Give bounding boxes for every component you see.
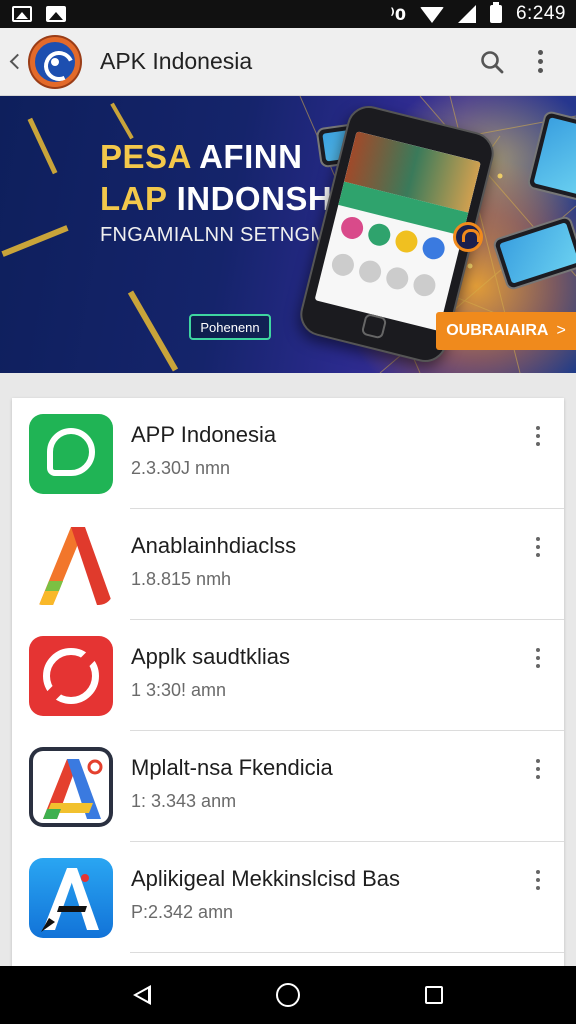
status-right: ⁾0 6:249 — [390, 2, 566, 25]
list-item[interactable]: Anablainhdiaclss 1.8.815 nmh — [12, 509, 564, 620]
signal-icon — [457, 5, 476, 23]
divider — [130, 952, 564, 953]
app-title: Anablainhdiaclss — [131, 533, 297, 558]
search-button[interactable] — [468, 38, 516, 86]
list-item[interactable]: Applk saudtklias 1 3:30! amn — [12, 620, 564, 731]
gallery-icon — [12, 6, 32, 22]
promo-button[interactable]: Pohenenn — [189, 314, 271, 340]
headline1-gold: PESA — [100, 138, 200, 175]
cta-label: OUBRAIAIRA — [446, 322, 549, 339]
green-chat-icon — [29, 413, 113, 494]
app-title: APK Indonesia — [100, 48, 253, 74]
status-time: 6:249 — [515, 3, 566, 24]
app-list: APP Indonesia 2.3.30J nmn Anablainhdiacl… — [12, 398, 564, 968]
app-version: 1: 3.343 anm — [131, 791, 237, 811]
search-icon — [481, 50, 504, 73]
more-vert-icon[interactable] — [522, 749, 554, 789]
list-item[interactable]: Mplalt-nsa Fkendicia 1: 3.343 anm — [12, 731, 564, 842]
nav-bar — [0, 966, 576, 1024]
promo-banner[interactable]: PESA AFINN LAP INDONSHIA FNGAMIALNN SETN… — [0, 96, 576, 373]
list-item[interactable]: APP Indonesia 2.3.30J nmn — [12, 398, 564, 509]
nav-home-icon[interactable] — [275, 983, 300, 1007]
app-title: Applk saudtklias — [131, 644, 290, 669]
headphones-icon — [453, 222, 483, 252]
status-bar: ⁾0 6:249 — [0, 0, 576, 28]
nav-recent-icon[interactable] — [425, 986, 444, 1004]
list-item[interactable]: Aplikigeal Mekkinslcisd Bas P:2.342 amn — [12, 842, 564, 953]
chevron-right-icon: > — [556, 322, 566, 339]
status-left — [12, 6, 66, 22]
app-version: 1.8.815 nmh — [131, 569, 232, 589]
photo-icon — [46, 6, 66, 22]
app-logo[interactable] — [30, 36, 80, 87]
app-title: Aplikigeal Mekkinslcisd Bas — [131, 866, 400, 891]
app-title: APP Indonesia — [131, 422, 277, 447]
cta-button[interactable]: OUBRAIAIRA > — [436, 312, 576, 350]
red-circle-icon — [29, 635, 113, 716]
orange-a-icon — [29, 524, 113, 605]
battery-icon — [489, 2, 502, 23]
app-bar: APK Indonesia — [0, 28, 576, 96]
back-arrow-icon[interactable] — [6, 28, 28, 96]
app-version: 2.3.30J nmn — [131, 458, 231, 478]
app-title: Mplalt-nsa Fkendicia — [131, 755, 333, 780]
wifi-icon — [419, 7, 444, 23]
phone-home-button — [360, 312, 388, 340]
more-vert-icon[interactable] — [522, 527, 554, 567]
headline1-white: AFINN — [199, 138, 303, 175]
app-version: P:2.342 amn — [131, 902, 234, 922]
nav-back-icon[interactable] — [132, 985, 151, 1005]
headline2-gold: LAP — [100, 180, 167, 217]
multicolor-a-icon — [29, 746, 113, 827]
vibrate-icon: ⁾0 — [390, 4, 406, 24]
blue-a-icon — [29, 857, 113, 938]
more-vert-icon[interactable] — [522, 416, 554, 456]
app-version: 1 3:30! amn — [131, 680, 227, 700]
more-vert-icon[interactable] — [522, 638, 554, 678]
more-vert-icon[interactable] — [516, 38, 564, 86]
banner-headline-1: PESA AFINN — [100, 138, 302, 176]
more-vert-icon[interactable] — [522, 860, 554, 900]
